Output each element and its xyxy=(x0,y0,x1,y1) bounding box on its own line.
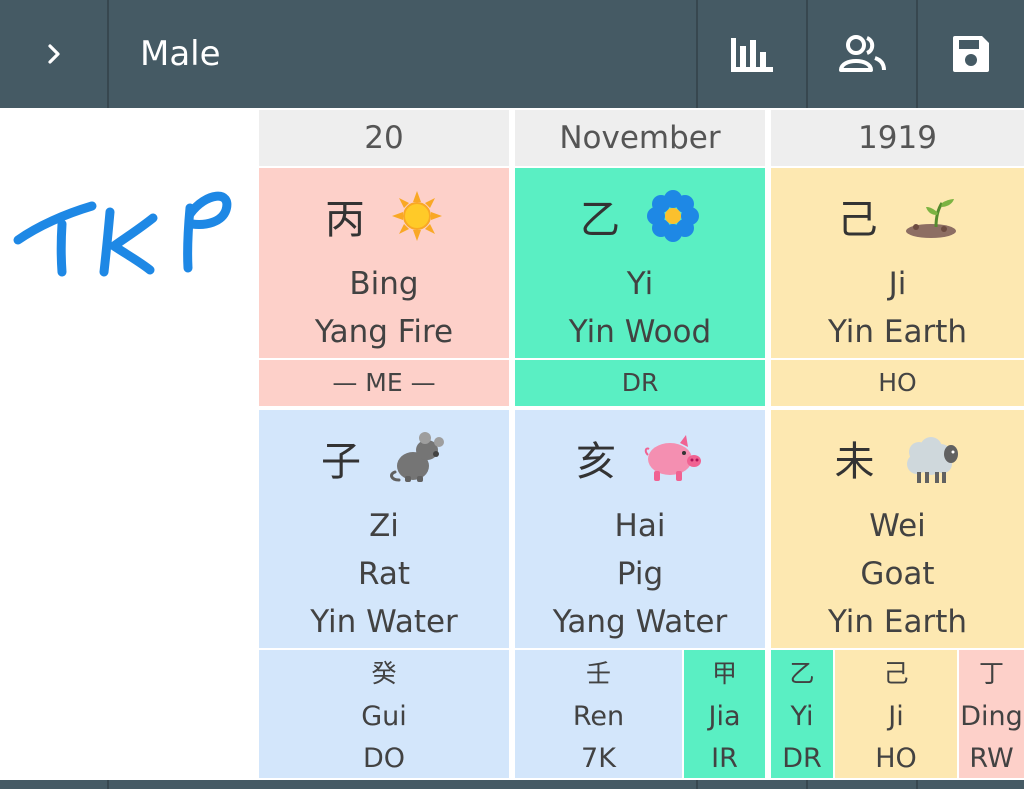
hidden-stem-character: 壬 xyxy=(585,659,611,688)
hidden-stem-character: 甲 xyxy=(711,659,737,688)
hidden-stem-god: DR xyxy=(782,743,822,774)
stem-pinyin: Bing xyxy=(349,266,419,302)
hidden-stem-cell[interactable]: 癸 Gui DO xyxy=(259,650,509,778)
stem-pinyin: Yi xyxy=(626,266,654,302)
pig-icon xyxy=(644,435,701,481)
stem-element: Yang Fire xyxy=(314,314,454,350)
month-header: November xyxy=(515,110,765,166)
chevron-right-icon xyxy=(48,44,60,64)
hidden-stem-character: 己 xyxy=(883,659,909,688)
hidden-stem-cell[interactable]: 壬 Ren 7K xyxy=(515,650,682,778)
toolbar-divider xyxy=(916,780,918,789)
stem-character: 乙 xyxy=(580,197,620,243)
stem-element: Yin Earth xyxy=(827,314,968,350)
hidden-stem-god: DO xyxy=(362,743,406,774)
toolbar-divider xyxy=(696,780,698,789)
year-ten-god: HO xyxy=(771,360,1024,406)
hidden-stem-god: HO xyxy=(875,743,917,774)
toolbar-divider xyxy=(107,0,109,108)
hidden-stem-cell[interactable]: 己 Ji HO xyxy=(835,650,957,778)
branch-character: 未 xyxy=(834,439,875,485)
hidden-stem-character: 丁 xyxy=(978,659,1004,688)
hidden-stem-pinyin: Yi xyxy=(790,701,814,732)
branch-animal: Goat xyxy=(860,556,935,592)
branch-pinyin: Zi xyxy=(369,508,399,544)
sprout-icon xyxy=(905,199,956,238)
hidden-stem-cell[interactable]: 甲 Jia IR xyxy=(684,650,765,778)
sheep-icon xyxy=(906,437,958,483)
branch-element: Yin Water xyxy=(310,604,458,640)
hidden-stem-pinyin: Ding xyxy=(960,701,1023,732)
hidden-stem-pinyin: Jia xyxy=(708,701,741,732)
branch-pinyin: Wei xyxy=(869,508,926,544)
branch-pinyin: Hai xyxy=(614,508,666,544)
day-header: 20 xyxy=(259,110,509,166)
month-branch-cell[interactable]: 亥 Hai Pig Yang Water xyxy=(515,410,765,648)
year-header: 1919 xyxy=(771,110,1024,166)
day-ten-god: — ME — xyxy=(259,360,509,406)
year-branch-cell[interactable]: 未 Wei Goat Yin Earth xyxy=(771,410,1024,648)
floppy-disk-save-icon xyxy=(953,36,989,72)
branch-element: Yin Earth xyxy=(827,604,968,640)
sun-icon xyxy=(392,191,442,241)
hidden-stem-pinyin: Ren xyxy=(572,701,625,732)
people-icon xyxy=(839,35,886,72)
hidden-stem-character: 癸 xyxy=(371,659,397,688)
branch-character: 子 xyxy=(321,439,361,485)
expand-button[interactable] xyxy=(0,0,108,108)
stem-pinyin: Ji xyxy=(888,266,907,302)
branch-element: Yang Water xyxy=(552,604,728,640)
toolbar-divider xyxy=(806,780,808,789)
people-button[interactable] xyxy=(808,0,916,108)
stem-element: Yin Wood xyxy=(568,314,712,350)
gender-label[interactable]: Male xyxy=(140,0,221,108)
stem-character: 丙 xyxy=(325,197,365,243)
hidden-stem-god: RW xyxy=(969,743,1014,774)
hidden-stem-pinyin: Gui xyxy=(361,701,407,732)
bar-chart-icon xyxy=(731,38,773,72)
toolbar-divider xyxy=(107,780,109,789)
rat-icon xyxy=(390,432,444,482)
hidden-stem-pinyin: Ji xyxy=(888,701,904,732)
day-branch-cell[interactable]: 子 Zi Rat Yin Water xyxy=(259,410,509,648)
bottom-toolbar xyxy=(0,780,1024,789)
branch-character: 亥 xyxy=(576,439,616,485)
tkp-signature-logo xyxy=(10,178,240,292)
stem-character: 己 xyxy=(837,197,878,243)
hidden-stem-god: IR xyxy=(711,743,738,774)
hidden-stem-cell[interactable]: 丁 Ding RW xyxy=(959,650,1024,778)
month-stem-cell[interactable]: 乙 Yi Yin Wood xyxy=(515,168,765,358)
month-ten-god: DR xyxy=(515,360,765,406)
hidden-stem-cell[interactable]: 乙 Yi DR xyxy=(771,650,833,778)
year-stem-cell[interactable]: 己 Ji Yin Earth xyxy=(771,168,1024,358)
hidden-stem-character: 乙 xyxy=(789,659,815,688)
blue-flower-icon xyxy=(647,190,699,242)
branch-animal: Rat xyxy=(357,556,410,592)
save-button[interactable] xyxy=(918,0,1024,108)
top-toolbar: Male xyxy=(0,0,1024,108)
hidden-stem-god: 7K xyxy=(581,743,616,774)
branch-animal: Pig xyxy=(616,556,664,592)
day-stem-cell[interactable]: 丙 Bing Yang Fire xyxy=(259,168,509,358)
chart-button[interactable] xyxy=(698,0,806,108)
